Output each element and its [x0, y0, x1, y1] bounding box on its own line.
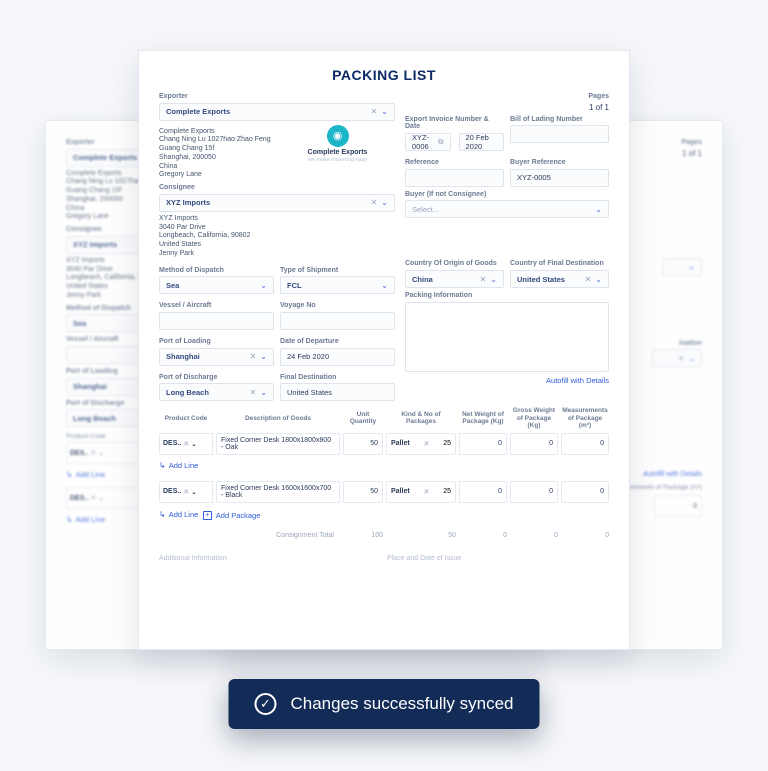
- voyage-input[interactable]: [280, 312, 395, 330]
- clear-icon: ✕: [585, 275, 592, 284]
- product-code-select[interactable]: DES..✕⌄: [159, 433, 213, 455]
- place-issue-label: Place and Date of Issue: [387, 555, 609, 562]
- net-weight-cell[interactable]: 0: [459, 481, 507, 503]
- kind-cell[interactable]: Pallet✕25: [386, 481, 456, 503]
- sync-toast: ✓ Changes successfully synced: [228, 679, 539, 729]
- buyer-ref-input[interactable]: XYZ-0005: [510, 169, 609, 187]
- shiptype-select[interactable]: FCL⌄: [280, 276, 395, 294]
- gross-weight-cell[interactable]: 0: [510, 433, 558, 455]
- exporter-select[interactable]: Complete Exports ✕⌄: [159, 103, 395, 121]
- description-cell[interactable]: Fixed Corner Desk 1600x1600x700 - Black: [216, 481, 340, 503]
- autofill-link[interactable]: Autofill with Details: [405, 376, 609, 385]
- consignee-select[interactable]: XYZ Imports ✕⌄: [159, 194, 395, 212]
- add-line-icon: ↳: [159, 461, 166, 470]
- finaldest-input[interactable]: United States: [280, 383, 395, 401]
- copy-icon[interactable]: ⧉: [438, 137, 443, 147]
- chevron-down-icon: ⌄: [260, 281, 267, 290]
- clear-icon: ✕: [183, 440, 189, 448]
- exporter-address: Complete Exports Chang Ning Lu 1027hao Z…: [159, 128, 274, 181]
- check-icon: ✓: [254, 693, 276, 715]
- pol-select[interactable]: Shanghai✕⌄: [159, 348, 274, 366]
- add-line-link[interactable]: ↳Add Line: [159, 461, 198, 470]
- clear-icon: ✕: [250, 352, 257, 361]
- kind-cell[interactable]: Pallet✕25: [386, 433, 456, 455]
- origin-select[interactable]: China✕⌄: [405, 270, 504, 288]
- pages-indicator: Pages 1 of 1: [405, 93, 609, 112]
- add-line-link[interactable]: ↳Add Line: [66, 470, 105, 479]
- method-select[interactable]: Sea⌄: [159, 276, 274, 294]
- description-cell[interactable]: Fixed Corner Desk 1800x1800x800 - Oak: [216, 433, 340, 455]
- plus-icon: +: [203, 511, 212, 520]
- departure-date-input[interactable]: 24 Feb 2020: [280, 348, 395, 366]
- line-items-header: Product Code Description of Goods Unit Q…: [159, 407, 609, 428]
- chevron-down-icon: ⌄: [260, 352, 267, 361]
- clear-icon[interactable]: ✕: [371, 198, 378, 207]
- chevron-down-icon: ⌄: [381, 198, 388, 207]
- totals-row: Consignment Total 100 50 0 0 0: [159, 532, 609, 539]
- qty-cell[interactable]: 50: [343, 481, 383, 503]
- clear-icon: ✕: [480, 275, 487, 284]
- chevron-down-icon: ⌄: [381, 107, 388, 116]
- exporter-label: Exporter: [159, 93, 188, 101]
- vessel-input[interactable]: [159, 312, 274, 330]
- measurement-cell[interactable]: 0: [561, 433, 609, 455]
- chevron-down-icon: ⌄: [260, 388, 267, 397]
- chevron-down-icon: ⌄: [490, 275, 497, 284]
- gross-weight-cell[interactable]: 0: [510, 481, 558, 503]
- chevron-down-icon: ⌄: [595, 275, 602, 284]
- toast-message: Changes successfully synced: [290, 694, 513, 714]
- consignee-address: XYZ Imports 3040 Par Drive Longbeach, Ca…: [159, 215, 395, 259]
- chevron-down-icon: ⌄: [191, 488, 197, 496]
- net-weight-cell[interactable]: 0: [459, 433, 507, 455]
- packing-list-document: PACKING LIST Exporter Complete Exports ✕…: [138, 50, 630, 650]
- line-item-row: DES..✕⌄ Fixed Corner Desk 1800x1800x800 …: [159, 433, 609, 455]
- product-code-select[interactable]: DES..✕⌄: [159, 481, 213, 503]
- exporter-logo: ◉ Complete Exports we make exporting eas…: [280, 125, 395, 181]
- measurement-cell[interactable]: 0: [561, 481, 609, 503]
- qty-cell[interactable]: 50: [343, 433, 383, 455]
- chevron-down-icon: ⌄: [595, 205, 602, 214]
- pod-select[interactable]: Long Beach✕⌄: [159, 383, 274, 401]
- chevron-down-icon: ⌄: [381, 281, 388, 290]
- add-package-link[interactable]: +Add Package: [203, 511, 261, 520]
- clear-icon[interactable]: ✕: [371, 107, 378, 116]
- page-title: PACKING LIST: [159, 67, 609, 83]
- line-item-row: DES..✕⌄ Fixed Corner Desk 1600x1600x700 …: [159, 481, 609, 503]
- consignee-label: Consignee: [159, 184, 395, 192]
- additional-info-label: Additional Information: [159, 555, 381, 562]
- buyer-select[interactable]: Select...⌄: [405, 200, 609, 218]
- destination-select[interactable]: United States✕⌄: [510, 270, 609, 288]
- add-line-link[interactable]: ↳Add Line: [159, 510, 198, 519]
- reference-input[interactable]: [405, 169, 504, 187]
- invoice-date-input[interactable]: 20 Feb 2020: [459, 133, 505, 151]
- clear-icon: ✕: [183, 488, 189, 496]
- clear-icon: ✕: [250, 388, 257, 397]
- bol-input[interactable]: [510, 125, 609, 143]
- add-line-icon: ↳: [159, 510, 166, 519]
- logo-icon: ◉: [327, 125, 349, 147]
- packing-info-textarea[interactable]: [405, 302, 609, 372]
- chevron-down-icon: ⌄: [191, 440, 197, 448]
- invoice-number-input[interactable]: XYZ-0006⧉: [405, 133, 451, 151]
